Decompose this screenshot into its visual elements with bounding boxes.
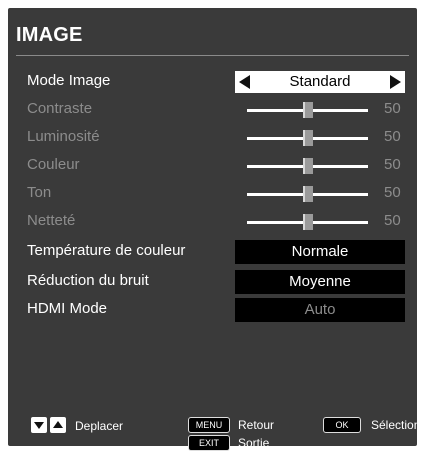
row-couleur: Couleur 50 (0, 153, 423, 179)
menu-hint-label: Retour (238, 418, 275, 432)
mode-image-selector[interactable]: Standard (235, 71, 405, 93)
luminosite-label: Luminosité (27, 128, 100, 145)
luminosite-slider-knob (303, 130, 313, 146)
luminosite-slider (247, 130, 368, 146)
nettete-value: 50 (384, 212, 401, 229)
mode-image-label: Mode Image (27, 72, 111, 89)
contraste-slider-knob (303, 102, 313, 118)
exit-hint-label: Sortie (238, 436, 270, 450)
nettete-slider-knob (303, 214, 313, 230)
couleur-value: 50 (384, 156, 401, 173)
contraste-value: 50 (384, 100, 401, 117)
contraste-slider (247, 102, 368, 118)
row-luminosite: Luminosité 50 (0, 125, 423, 151)
exit-key: EXIT (188, 435, 230, 451)
couleur-slider (247, 158, 368, 174)
row-temperature[interactable]: Température de couleur Normale (0, 239, 423, 265)
up-arrow-icon (50, 417, 66, 433)
temperature-value-box[interactable]: Normale (235, 240, 405, 264)
footer-legend: Deplacer MENU Retour EXIT Sortie OK Séle… (0, 404, 423, 455)
couleur-slider-knob (303, 158, 313, 174)
hdmi-mode-label: HDMI Mode (27, 300, 108, 317)
row-contraste: Contraste 50 (0, 97, 423, 123)
arrow-right-icon[interactable] (390, 75, 401, 89)
nettete-label: Netteté (27, 212, 76, 229)
hdmi-mode-value-box[interactable]: Auto (235, 298, 405, 322)
row-nettete: Netteté 50 (0, 209, 423, 235)
luminosite-value: 50 (384, 128, 401, 145)
couleur-label: Couleur (27, 156, 80, 173)
ton-label: Ton (27, 184, 52, 201)
row-reduction[interactable]: Réduction du bruit Moyenne (0, 269, 423, 295)
row-hdmi-mode[interactable]: HDMI Mode Auto (0, 297, 423, 323)
menu-title: IMAGE (16, 24, 83, 46)
nettete-slider (247, 214, 368, 230)
move-hint-label: Deplacer (75, 419, 124, 433)
ton-slider (247, 186, 368, 202)
row-ton: Ton 50 (0, 181, 423, 207)
temperature-label: Température de couleur (27, 242, 186, 259)
ton-value: 50 (384, 184, 401, 201)
mode-image-value: Standard (289, 73, 351, 90)
reduction-label: Réduction du bruit (27, 272, 149, 289)
contraste-label: Contraste (27, 100, 93, 117)
down-arrow-icon (31, 417, 47, 433)
ok-hint-label: Sélection (371, 418, 421, 432)
ok-key: OK (323, 417, 361, 433)
title-divider (16, 55, 409, 56)
ton-slider-knob (303, 186, 313, 202)
reduction-value-box[interactable]: Moyenne (235, 270, 405, 294)
row-mode-image[interactable]: Mode Image Standard (0, 69, 423, 95)
menu-key: MENU (188, 417, 230, 433)
